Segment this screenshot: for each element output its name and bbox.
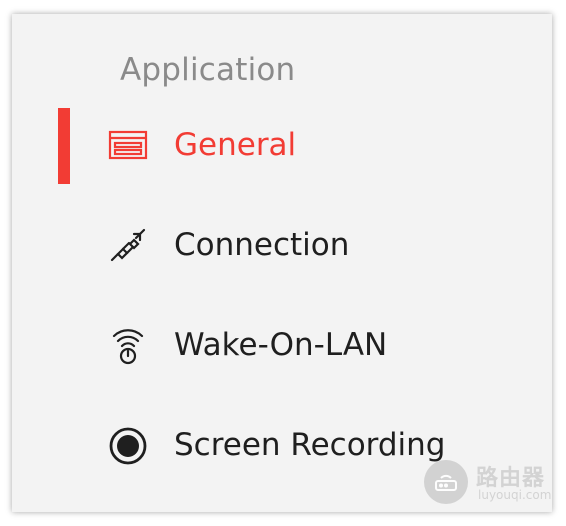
watermark: 路由器 luyouqi.com: [414, 454, 554, 514]
watermark-url: luyouqi.com: [478, 488, 552, 502]
sidebar-item-wake-on-lan[interactable]: Wake-On-LAN: [12, 306, 552, 386]
sidebar-item-label: Wake-On-LAN: [174, 327, 388, 363]
router-logo-icon: [424, 460, 468, 504]
settings-sidebar: Application General Connection Wake-On-L…: [12, 14, 552, 512]
active-indicator: [58, 108, 70, 184]
general-icon: [108, 126, 148, 166]
connection-icon: [108, 226, 148, 266]
sidebar-item-label: Connection: [174, 227, 350, 263]
sidebar-item-connection[interactable]: Connection: [12, 206, 552, 286]
sidebar-item-label: Screen Recording: [174, 427, 446, 463]
sidebar-item-label: General: [174, 127, 297, 163]
section-title: Application: [120, 52, 296, 88]
sidebar-item-general[interactable]: General: [12, 106, 552, 186]
record-icon: [108, 426, 148, 466]
wake-on-lan-icon: [108, 326, 148, 366]
